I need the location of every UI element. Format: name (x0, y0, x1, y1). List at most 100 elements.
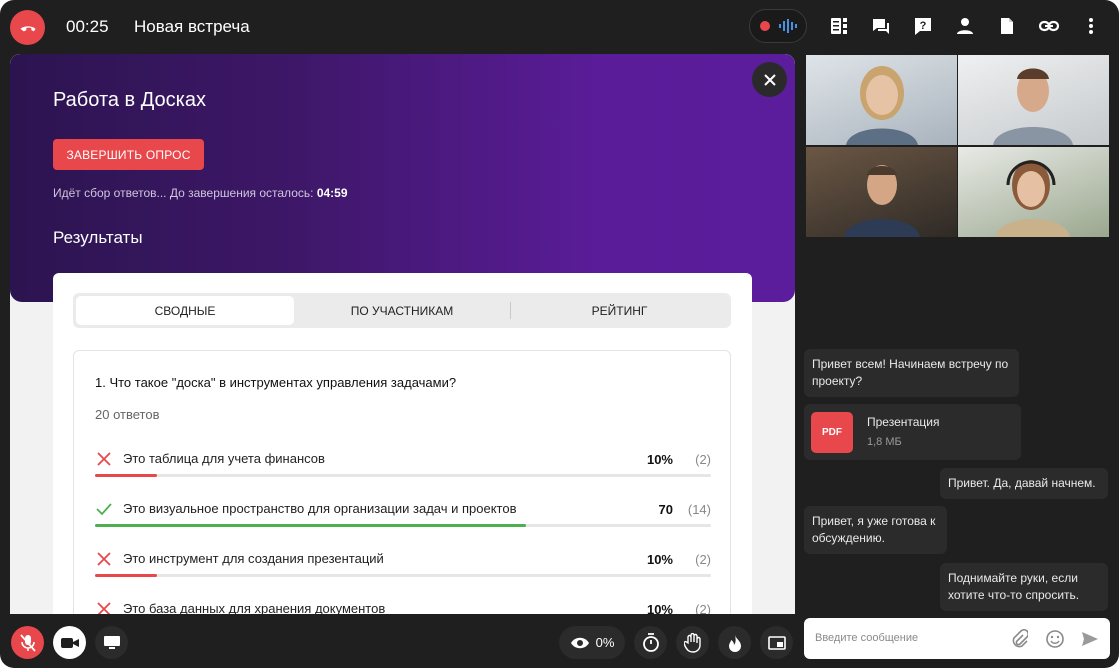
end-call-button[interactable] (10, 10, 45, 45)
pip-icon (767, 635, 786, 650)
mute-mic-button[interactable] (11, 626, 44, 659)
camera-button[interactable] (53, 626, 86, 659)
answer-bar (95, 574, 711, 577)
answer-bar-fill (95, 474, 157, 477)
answer-text: Это база данных для хранения документов (123, 601, 386, 614)
tab-rating[interactable]: РЕЙТИНГ (511, 296, 728, 325)
answer-bar-fill (95, 574, 157, 577)
chat-message: Привет, я уже готова к обсуждению. (804, 506, 947, 554)
answer-percent: 10% (646, 602, 673, 614)
results-card: СВОДНЫЕ ПО УЧАСТНИКАМ РЕЙТИНГ 1. Что так… (53, 273, 752, 614)
answer-row: Это база данных для хранения документов … (95, 594, 711, 614)
question-block: 1. Что такое "доска" в инструментах упра… (73, 350, 731, 614)
mic-off-icon (19, 633, 36, 652)
file-name: Презентация (867, 415, 940, 429)
more-button[interactable] (1079, 14, 1103, 38)
results-heading: Результаты (53, 228, 143, 247)
fire-icon (728, 634, 741, 652)
answer-text: Это визуальное пространство для организа… (123, 501, 517, 516)
chat-message: Привет всем! Начинаем встречу по проекту… (804, 349, 1019, 397)
check-icon (96, 503, 112, 516)
link-icon (1038, 20, 1060, 32)
top-bar: 00:25 Новая встреча ? (0, 0, 1119, 54)
screen-share-button[interactable] (95, 626, 128, 659)
poll-panel: Работа в Досках ЗАВЕРШИТЬ ОПРОС Идёт сбо… (10, 54, 795, 614)
meeting-title: Новая встреча (134, 17, 250, 36)
participant-video[interactable] (958, 55, 1109, 145)
chat-file-message[interactable]: PDF Презентация 1,8 МБ (804, 404, 1021, 460)
reactions-button[interactable] (718, 626, 751, 659)
end-call-icon (20, 25, 35, 31)
attach-icon[interactable] (1010, 629, 1028, 649)
results-tabs: СВОДНЫЕ ПО УЧАСТНИКАМ РЕЙТИНГ (73, 293, 731, 328)
screen-share-icon (103, 635, 120, 649)
close-icon (763, 73, 776, 86)
answer-bar (95, 524, 711, 527)
emoji-icon[interactable] (1045, 629, 1065, 649)
question-text: 1. Что такое "доска" в инструментах упра… (95, 375, 457, 390)
tab-summary[interactable]: СВОДНЫЕ (76, 296, 294, 325)
send-icon[interactable] (1080, 629, 1100, 649)
close-poll-button[interactable] (752, 62, 787, 97)
timer-button[interactable] (634, 626, 667, 659)
answer-row: Это инструмент для создания презентаций … (95, 544, 711, 594)
wrong-icon (97, 452, 111, 466)
answer-count: (2) (695, 552, 711, 567)
answers-count: 20 ответов (95, 407, 160, 422)
recording-button[interactable] (749, 9, 807, 43)
answer-percent: 10% (646, 552, 673, 567)
pdf-icon: PDF (811, 412, 853, 453)
participants-button[interactable] (953, 14, 977, 38)
wrong-icon (97, 552, 111, 566)
viewers-indicator[interactable]: 0% (559, 626, 625, 659)
document-button[interactable] (995, 14, 1019, 38)
participant-video[interactable] (958, 147, 1109, 237)
answer-percent: 10% (646, 452, 673, 467)
chat-icon (873, 19, 889, 34)
svg-text:?: ? (920, 20, 927, 32)
board-button[interactable] (827, 14, 851, 38)
answer-row: Это визуальное пространство для организа… (95, 494, 711, 544)
document-icon (1001, 18, 1013, 34)
tab-by-participants[interactable]: ПО УЧАСТНИКАМ (294, 296, 510, 325)
poll-time-left: 04:59 (316, 186, 348, 200)
chat-button[interactable] (869, 14, 893, 38)
camera-icon (60, 637, 79, 648)
more-icon (1089, 18, 1093, 34)
board-icon (831, 18, 847, 34)
file-size: 1,8 МБ (867, 436, 902, 448)
viewers-value: 0% (595, 635, 615, 650)
raise-hand-button[interactable] (676, 626, 709, 659)
poll-title: Работа в Досках (53, 89, 206, 111)
link-button[interactable] (1037, 14, 1061, 38)
answer-bar-fill (95, 524, 527, 527)
chat-message: Привет. Да, давай начнем. (940, 468, 1108, 499)
participant-video[interactable] (806, 147, 957, 237)
help-button[interactable]: ? (911, 14, 935, 38)
wrong-icon (97, 602, 111, 614)
participants-icon (957, 18, 973, 34)
message-input-placeholder: Введите сообщение (815, 632, 919, 644)
hand-icon (683, 632, 701, 653)
answer-row: Это таблица для учета финансов 10% (2) (95, 444, 711, 494)
chat-message: Поднимайте руки, если хотите что-то спро… (940, 563, 1108, 611)
help-icon: ? (915, 18, 931, 35)
meeting-window: 00:25 Новая встреча ? Работа в Досках ЗА… (0, 0, 1119, 668)
answer-count: (2) (695, 452, 711, 467)
participant-avatar (996, 160, 1070, 237)
poll-status: Идёт сбор ответов... До завершения остал… (53, 186, 348, 200)
participant-avatar (846, 66, 918, 145)
participant-video[interactable] (806, 55, 957, 145)
answer-text: Это инструмент для создания презентаций (123, 551, 384, 566)
answer-count: (2) (695, 602, 711, 614)
stopwatch-icon (642, 632, 659, 652)
audio-wave-icon (778, 19, 797, 33)
answer-text: Это таблица для учета финансов (123, 451, 325, 466)
participant-avatar (844, 165, 920, 237)
message-input[interactable]: Введите сообщение (804, 618, 1110, 659)
recording-icon (759, 21, 770, 31)
poll-status-text: Идёт сбор ответов... До завершения остал… (53, 186, 314, 200)
finish-poll-button[interactable]: ЗАВЕРШИТЬ ОПРОС (53, 139, 204, 170)
picture-in-picture-button[interactable] (760, 626, 793, 659)
participant-avatar (993, 68, 1073, 145)
